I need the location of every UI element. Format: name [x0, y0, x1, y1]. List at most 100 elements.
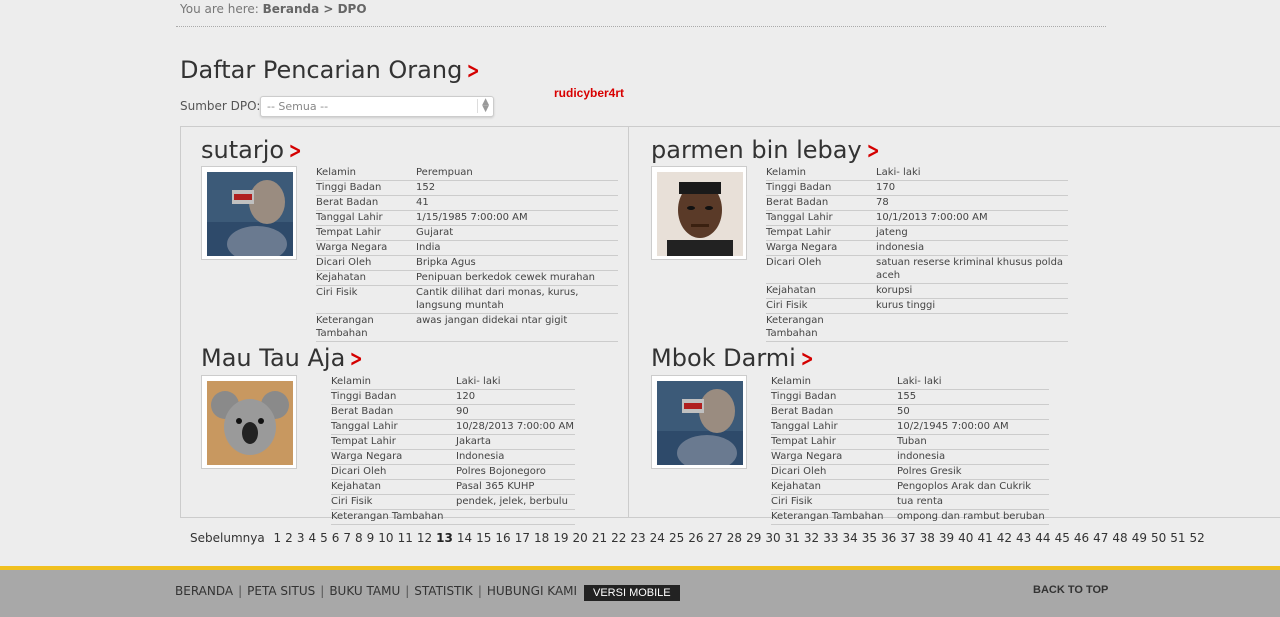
page-link[interactable]: 44: [1035, 531, 1050, 545]
page-link[interactable]: 38: [920, 531, 935, 545]
page-link[interactable]: 20: [573, 531, 588, 545]
page-link[interactable]: 22: [611, 531, 626, 545]
page-link[interactable]: 28: [727, 531, 742, 545]
page-link[interactable]: 21: [592, 531, 607, 545]
page-link[interactable]: 5: [320, 531, 328, 545]
page-link[interactable]: 16: [495, 531, 510, 545]
chevron-right-icon: >: [467, 59, 480, 84]
page-link[interactable]: 1: [274, 531, 282, 545]
page-link[interactable]: 11: [398, 531, 413, 545]
select-arrows-icon: ▲ ▼: [477, 98, 489, 114]
page-link[interactable]: 41: [977, 531, 992, 545]
footer-link-peta-situs[interactable]: PETA SITUS: [247, 584, 315, 598]
card-name[interactable]: sutarjo >: [201, 136, 305, 166]
person-details-table: Kelamin Perempuan Tinggi Badan 152 Berat B…: [316, 166, 618, 342]
page-link[interactable]: 26: [688, 531, 703, 545]
page-link[interactable]: 37: [900, 531, 915, 545]
page-link[interactable]: 50: [1151, 531, 1166, 545]
page-link[interactable]: 3: [297, 531, 305, 545]
footer-link-hubungi-kami[interactable]: HUBUNGI KAMI: [487, 584, 577, 598]
page-link[interactable]: 19: [553, 531, 568, 545]
pagination-prev[interactable]: Sebelumnya: [190, 531, 265, 545]
page-link[interactable]: 49: [1132, 531, 1147, 545]
filter-label: Sumber DPO:: [180, 99, 261, 113]
page-link[interactable]: 10: [378, 531, 393, 545]
page-link[interactable]: 39: [939, 531, 954, 545]
page-link[interactable]: 9: [367, 531, 375, 545]
dpo-card: Mbok Darmi >: [651, 344, 816, 374]
person-photo[interactable]: [201, 375, 297, 469]
footer: BERANDA | PETA SITUS | BUKU TAMU | STATISTIK | H…: [0, 570, 1280, 617]
page-link[interactable]: 31: [785, 531, 800, 545]
page-link[interactable]: 12: [417, 531, 432, 545]
card-name[interactable]: Mbok Darmi >: [651, 344, 816, 374]
footer-separator: |: [477, 584, 482, 598]
page-link[interactable]: 33: [823, 531, 838, 545]
page-link[interactable]: 40: [958, 531, 973, 545]
page-link[interactable]: 18: [534, 531, 549, 545]
chevron-right-icon: >: [800, 347, 814, 372]
footer-separator: |: [320, 584, 325, 598]
select-value: -- Semua --: [267, 100, 329, 113]
chevron-right-icon: >: [350, 347, 363, 372]
page-link[interactable]: 27: [708, 531, 723, 545]
page-link[interactable]: 36: [881, 531, 896, 545]
page-link[interactable]: 23: [630, 531, 645, 545]
page-link[interactable]: 13: [436, 531, 453, 545]
column-divider: [628, 126, 629, 518]
person-photo[interactable]: [201, 166, 297, 260]
page-link[interactable]: 46: [1074, 531, 1089, 545]
page-link[interactable]: 51: [1170, 531, 1185, 545]
page-link[interactable]: 32: [804, 531, 819, 545]
chevron-right-icon: >: [866, 139, 880, 164]
breadcrumb-trail[interactable]: Beranda > DPO: [263, 2, 367, 16]
card-name[interactable]: Mau Tau Aja >: [201, 344, 366, 374]
breadcrumb: You are here: Beranda > DPO: [180, 2, 367, 16]
page-link[interactable]: 35: [862, 531, 877, 545]
person-photo[interactable]: [651, 166, 747, 260]
breadcrumb-prefix: You are here:: [180, 2, 259, 16]
page-link[interactable]: 15: [476, 531, 491, 545]
page-link[interactable]: 29: [746, 531, 761, 545]
dpo-card: Mau Tau Aja >: [201, 344, 366, 374]
page-link[interactable]: 34: [842, 531, 857, 545]
page-link[interactable]: 43: [1016, 531, 1031, 545]
page-link[interactable]: 14: [457, 531, 472, 545]
dpo-card: parmen bin lebay >: [651, 136, 882, 166]
page-link[interactable]: 24: [650, 531, 665, 545]
versi-mobile-button[interactable]: VERSI MOBILE: [584, 585, 680, 601]
card-name[interactable]: parmen bin lebay >: [651, 136, 882, 166]
page-title-text: Daftar Pencarian Orang: [180, 56, 463, 84]
page-link[interactable]: 25: [669, 531, 684, 545]
person-photo[interactable]: [651, 375, 747, 469]
footer-link-beranda[interactable]: BERANDA: [175, 584, 233, 598]
page-title: Daftar Pencarian Orang >: [180, 56, 483, 84]
page-link[interactable]: 6: [332, 531, 340, 545]
page-link[interactable]: 7: [343, 531, 351, 545]
breadcrumb-divider: [176, 26, 1106, 27]
footer-links: BERANDA | PETA SITUS | BUKU TAMU | STATISTIK | H…: [175, 584, 577, 598]
sumber-dpo-select[interactable]: -- Semua -- ▲ ▼: [260, 96, 494, 117]
page-link[interactable]: 30: [765, 531, 780, 545]
page-link[interactable]: 47: [1093, 531, 1108, 545]
footer-separator: |: [238, 584, 243, 598]
back-to-top-link[interactable]: BACK TO TOP: [1033, 584, 1108, 596]
page-link[interactable]: 45: [1055, 531, 1070, 545]
footer-separator: |: [405, 584, 410, 598]
page-link[interactable]: 48: [1112, 531, 1127, 545]
page-link[interactable]: 42: [997, 531, 1012, 545]
person-details-table: Kelamin Laki- laki Tinggi Badan 120 Berat …: [331, 375, 575, 525]
watermark: rudicyber4rt: [554, 86, 625, 100]
page-link[interactable]: 2: [285, 531, 293, 545]
footer-link-buku-tamu[interactable]: BUKU TAMU: [329, 584, 400, 598]
page-link[interactable]: 52: [1190, 531, 1205, 545]
dpo-card: sutarjo >: [201, 136, 305, 166]
page-link[interactable]: 4: [308, 531, 316, 545]
person-details-table: Kelamin Laki- laki Tinggi Badan 170 Berat …: [766, 166, 1068, 342]
footer-link-statistik[interactable]: STATISTIK: [414, 584, 473, 598]
page-link[interactable]: 8: [355, 531, 363, 545]
page-links: 1 2 3 4 5 6 7 8 9 10 11 12 13 14 15 16 17 18 19 20 21 22 23 24 2…: [274, 531, 1209, 545]
person-details-table: Kelamin Laki- laki Tinggi Badan 155 Berat …: [771, 375, 1049, 525]
chevron-right-icon: >: [288, 139, 302, 164]
page-link[interactable]: 17: [515, 531, 530, 545]
